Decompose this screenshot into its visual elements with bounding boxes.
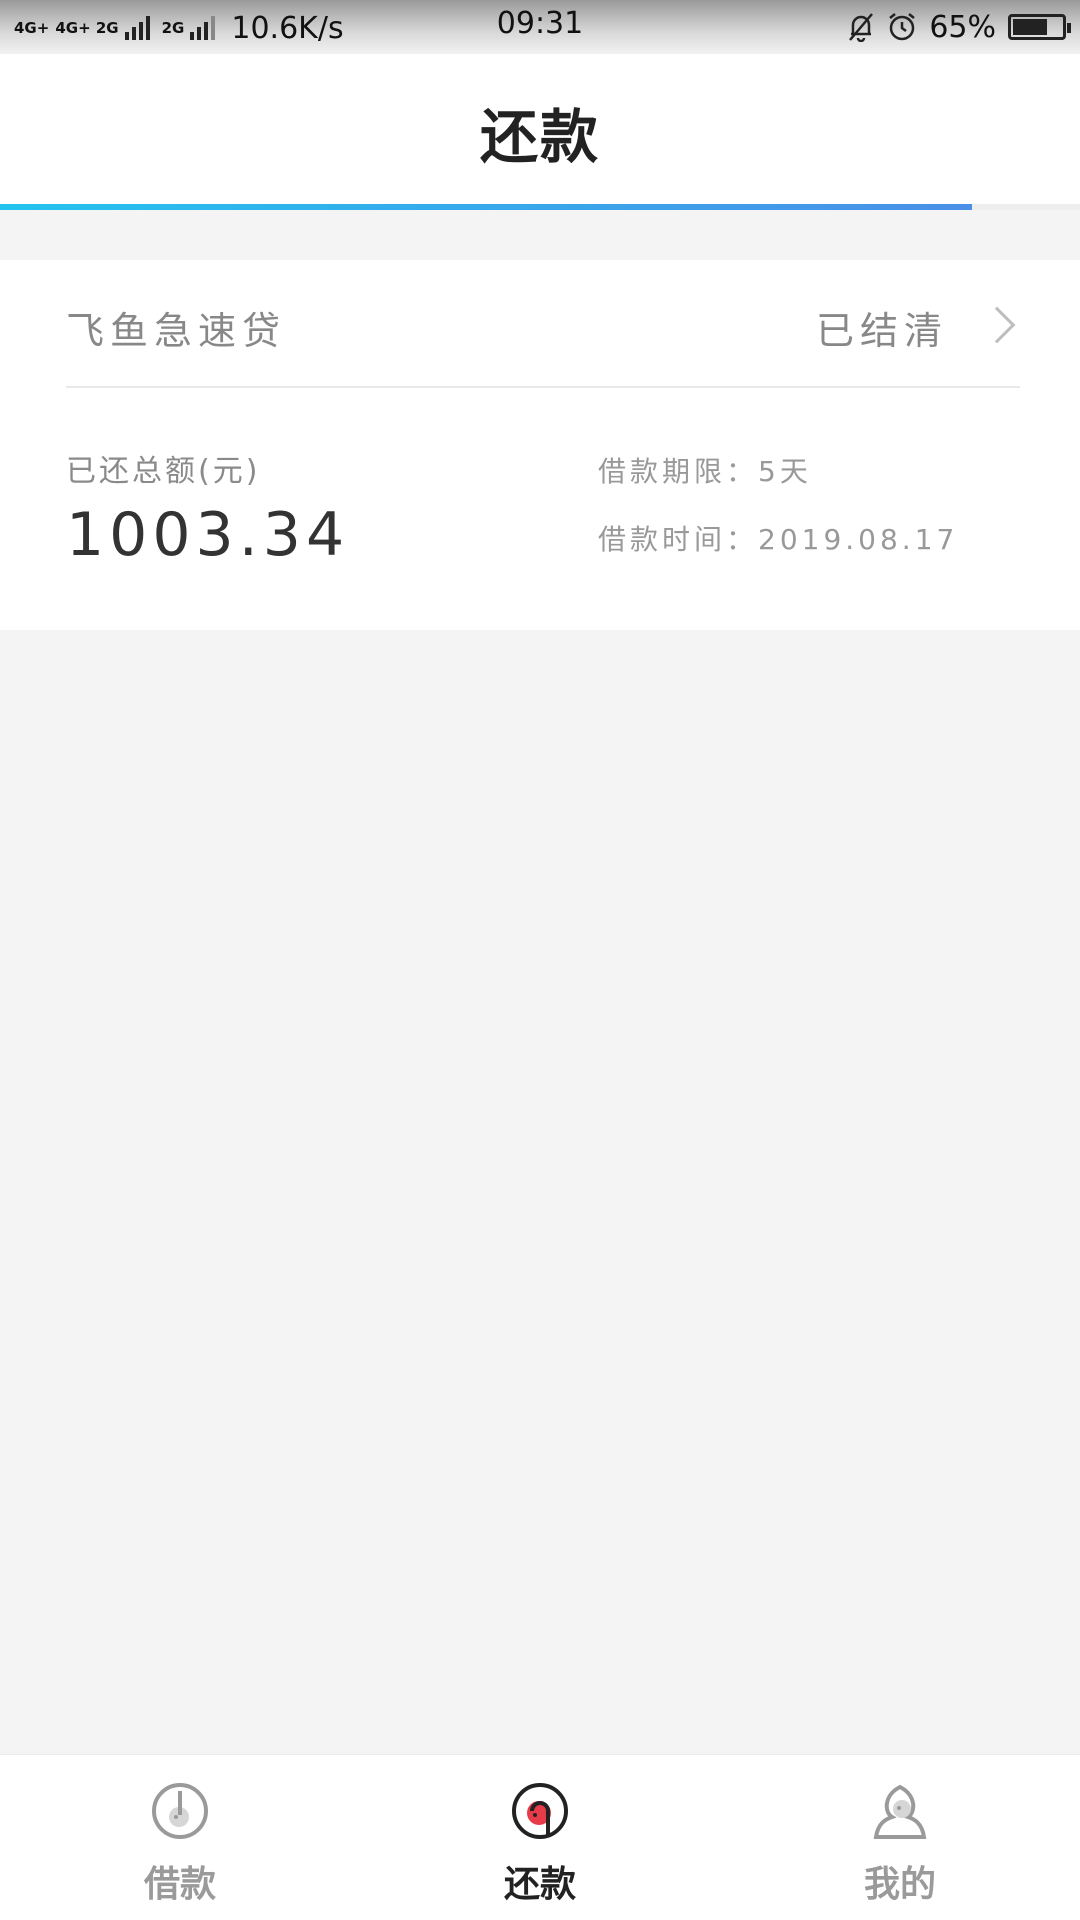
nav-label-repay: 还款: [503, 1864, 576, 1905]
paid-total-amount: 1003.34: [66, 500, 350, 570]
profile-icon: [873, 1784, 927, 1839]
loan-card-header[interactable]: 飞鱼急速贷 已结清: [66, 260, 1020, 388]
nav-label-borrow: 借款: [143, 1864, 216, 1905]
battery-icon: [1008, 14, 1071, 40]
loan-status: 已结清: [815, 309, 948, 353]
status-bar-right: 65%: [847, 6, 1071, 48]
screen: 4G+ 4G+ 2G 2G 10.6K/s 09:31 65% 还款 飞鱼急速贷…: [0, 0, 1080, 1920]
paid-total-label: 已还总额(元): [66, 454, 261, 489]
bottom-nav: 借款 还款 我的: [0, 1754, 1080, 1920]
nav-item-repay[interactable]: 还款: [440, 1755, 640, 1920]
product-name: 飞鱼急速贷: [66, 309, 287, 353]
chevron-right-icon[interactable]: [978, 306, 1016, 344]
nav-label-profile: 我的: [863, 1864, 936, 1905]
loan-term: 借款期限：5天: [598, 455, 812, 488]
battery-fill: [1013, 19, 1047, 35]
page-title: 还款: [479, 103, 600, 171]
status-bar: 4G+ 4G+ 2G 2G 10.6K/s 09:31 65%: [0, 0, 1080, 54]
battery-percent: 65%: [929, 9, 996, 45]
header-progress-track: [0, 204, 1080, 210]
loan-time: 借款时间：2019.08.17: [598, 523, 959, 556]
nav-item-borrow[interactable]: 借款: [80, 1755, 280, 1920]
header: 还款: [0, 54, 1080, 210]
mute-icon: [849, 13, 874, 42]
header-progress-fill: [0, 204, 972, 210]
nav-item-profile[interactable]: 我的: [800, 1755, 1000, 1920]
alarm-icon: [889, 13, 916, 41]
loan-card[interactable]: 飞鱼急速贷 已结清 已还总额(元) 1003.34 借款期限：5天 借款时间：2…: [0, 260, 1080, 630]
borrow-icon: [152, 1783, 208, 1839]
repay-icon: [512, 1783, 568, 1839]
